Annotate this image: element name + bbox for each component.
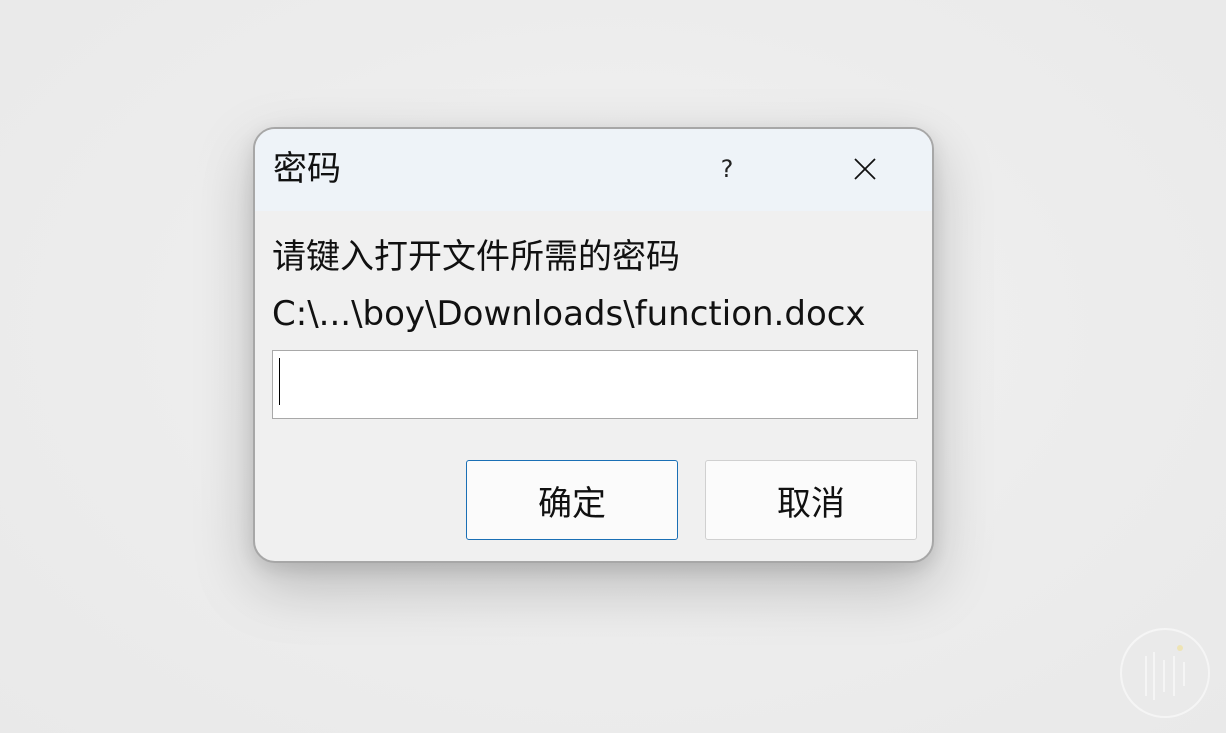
cancel-button-label: 取消 xyxy=(777,483,845,524)
cancel-button[interactable]: 取消 xyxy=(705,460,917,540)
prompt-label: 请键入打开文件所需的密码 xyxy=(272,237,680,277)
password-input[interactable] xyxy=(272,350,918,419)
file-path-label: C:\...\boy\Downloads\function.docx xyxy=(272,294,866,334)
title-bar: 密码 ? xyxy=(255,129,932,211)
close-icon xyxy=(854,158,876,180)
watermark-logo xyxy=(1120,628,1210,718)
text-caret xyxy=(279,358,280,405)
dialog-title: 密码 xyxy=(273,149,341,189)
help-icon: ? xyxy=(720,155,734,183)
ok-button[interactable]: 确定 xyxy=(466,460,678,540)
help-button[interactable]: ? xyxy=(705,149,749,189)
password-dialog: 密码 ? 请键入打开文件所需的密码 C:\...\boy\Downloads\f… xyxy=(253,127,934,563)
close-button[interactable] xyxy=(839,147,891,191)
ok-button-label: 确定 xyxy=(538,483,606,524)
